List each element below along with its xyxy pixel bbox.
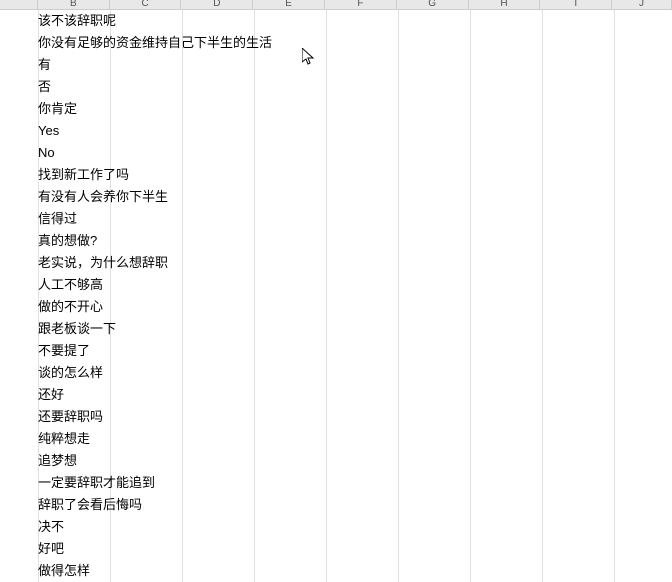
cell-text[interactable]: 还要辞职吗 xyxy=(38,406,103,428)
cell-text[interactable]: 追梦想 xyxy=(38,450,77,472)
table-row[interactable]: 谈的怎么样 xyxy=(0,362,672,384)
cell-text[interactable]: 一定要辞职才能追到 xyxy=(38,472,155,494)
cell-text[interactable]: 老实说，为什么想辞职 xyxy=(38,252,168,274)
column-headers-row: B C D E F G H I J xyxy=(0,0,672,10)
col-header[interactable]: D xyxy=(181,0,253,9)
table-row[interactable]: 追梦想 xyxy=(0,450,672,472)
table-row[interactable]: 老实说，为什么想辞职 xyxy=(0,252,672,274)
table-row[interactable]: 还要辞职吗 xyxy=(0,406,672,428)
table-row[interactable]: 人工不够高 xyxy=(0,274,672,296)
col-header[interactable]: H xyxy=(469,0,541,9)
col-header[interactable]: C xyxy=(110,0,182,9)
cell-text[interactable]: 信得过 xyxy=(38,208,77,230)
table-row[interactable]: 该不该辞职呢 xyxy=(0,10,672,32)
cell-text[interactable]: Yes xyxy=(38,120,59,142)
cell-text[interactable]: 有没有人会养你下半生 xyxy=(38,186,168,208)
table-row[interactable]: 找到新工作了吗 xyxy=(0,164,672,186)
table-row[interactable]: 你没有足够的资金维持自己下半生的生活 xyxy=(0,32,672,54)
table-row[interactable]: 做的不开心 xyxy=(0,296,672,318)
col-header[interactable]: B xyxy=(38,0,110,9)
table-row[interactable]: 有没有人会养你下半生 xyxy=(0,186,672,208)
table-row[interactable]: 决不 xyxy=(0,516,672,538)
table-row[interactable]: 否 xyxy=(0,76,672,98)
spreadsheet-grid[interactable]: 该不该辞职呢你没有足够的资金维持自己下半生的生活有否你肯定YesNo找到新工作了… xyxy=(0,10,672,582)
cell-text[interactable]: 谈的怎么样 xyxy=(38,362,103,384)
cell-text[interactable]: 决不 xyxy=(38,516,64,538)
cell-text[interactable]: 该不该辞职呢 xyxy=(38,10,116,32)
table-row[interactable]: 纯粹想走 xyxy=(0,428,672,450)
cell-text[interactable]: 不要提了 xyxy=(38,340,90,362)
col-header[interactable]: F xyxy=(325,0,397,9)
cell-text[interactable]: 辞职了会看后悔吗 xyxy=(38,494,142,516)
col-header[interactable]: J xyxy=(612,0,672,9)
col-header[interactable]: G xyxy=(397,0,469,9)
cell-text[interactable]: 你没有足够的资金维持自己下半生的生活 xyxy=(38,32,272,54)
cell-text[interactable]: 否 xyxy=(38,76,51,98)
cell-text[interactable]: 还好 xyxy=(38,384,64,406)
table-row[interactable]: 还好 xyxy=(0,384,672,406)
table-row[interactable]: 不要提了 xyxy=(0,340,672,362)
table-row[interactable]: 你肯定 xyxy=(0,98,672,120)
cell-text[interactable]: 你肯定 xyxy=(38,98,77,120)
cell-text[interactable]: 做得怎样 xyxy=(38,560,90,582)
table-row[interactable]: 做得怎样 xyxy=(0,560,672,582)
cell-text[interactable]: 真的想做? xyxy=(38,230,97,252)
table-row[interactable]: 辞职了会看后悔吗 xyxy=(0,494,672,516)
table-row[interactable]: 跟老板谈一下 xyxy=(0,318,672,340)
col-header[interactable]: E xyxy=(253,0,325,9)
cell-text[interactable]: 纯粹想走 xyxy=(38,428,90,450)
table-row[interactable]: 好吧 xyxy=(0,538,672,560)
col-header[interactable] xyxy=(0,0,38,9)
table-row[interactable]: No xyxy=(0,142,672,164)
cell-text[interactable]: 有 xyxy=(38,54,51,76)
cell-text[interactable]: 找到新工作了吗 xyxy=(38,164,129,186)
table-row[interactable]: 真的想做? xyxy=(0,230,672,252)
cell-text[interactable]: 人工不够高 xyxy=(38,274,103,296)
cell-text[interactable]: 跟老板谈一下 xyxy=(38,318,116,340)
col-header[interactable]: I xyxy=(540,0,612,9)
cell-text[interactable]: 好吧 xyxy=(38,538,64,560)
cell-text[interactable]: 做的不开心 xyxy=(38,296,103,318)
table-row[interactable]: 有 xyxy=(0,54,672,76)
cell-text[interactable]: No xyxy=(38,142,55,164)
table-row[interactable]: 信得过 xyxy=(0,208,672,230)
table-row[interactable]: Yes xyxy=(0,120,672,142)
table-row[interactable]: 一定要辞职才能追到 xyxy=(0,472,672,494)
